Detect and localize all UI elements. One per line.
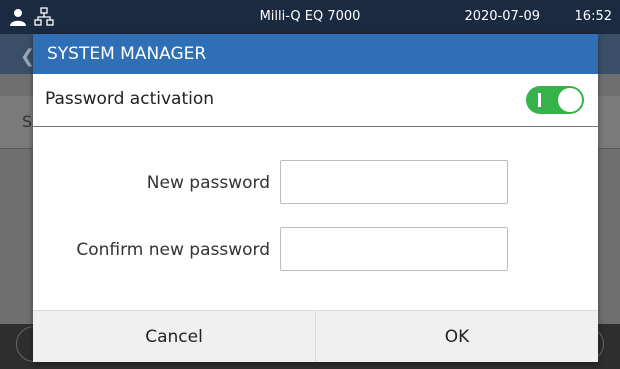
- ok-button[interactable]: OK: [315, 311, 598, 362]
- confirm-password-input[interactable]: [280, 227, 508, 271]
- dialog-title: SYSTEM MANAGER: [33, 34, 598, 74]
- new-password-input[interactable]: [280, 160, 508, 204]
- background-row-label: S: [22, 112, 33, 131]
- toggle-on-indicator-icon: [538, 93, 541, 107]
- toggle-knob: [558, 88, 582, 112]
- system-manager-dialog: SYSTEM MANAGER Password activation New p…: [33, 34, 598, 362]
- password-activation-toggle[interactable]: [526, 86, 584, 114]
- status-date: 2020-07-09: [464, 9, 540, 24]
- confirm-password-label: Confirm new password: [76, 240, 270, 260]
- password-activation-label: Password activation: [45, 89, 215, 109]
- status-time: 16:52: [574, 9, 612, 24]
- cancel-button[interactable]: Cancel: [33, 311, 315, 362]
- status-bar: Milli-Q EQ 7000 2020-07-09 16:52: [0, 0, 620, 34]
- dialog-footer: Cancel OK: [33, 310, 598, 362]
- confirm-password-row: Confirm new password: [33, 227, 598, 275]
- new-password-label: New password: [146, 173, 270, 193]
- password-activation-row: Password activation: [33, 74, 598, 127]
- new-password-row: New password: [33, 160, 598, 208]
